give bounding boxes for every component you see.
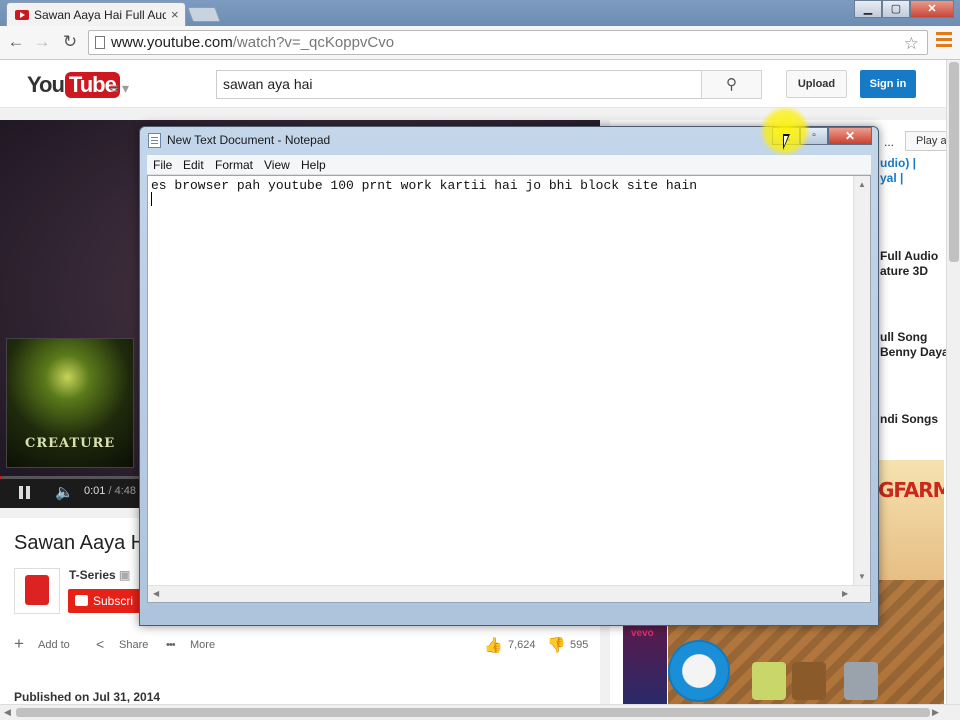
browser-minimize-button[interactable]: ▁ <box>854 0 882 18</box>
sidebar-item[interactable]: udio) | <box>880 156 916 170</box>
sidebar-item[interactable]: yal | <box>880 171 903 185</box>
url-host: www.youtube.com <box>111 34 233 51</box>
more-icon[interactable]: ••• <box>166 639 176 651</box>
page-vertical-scrollbar[interactable] <box>946 60 960 704</box>
action-bar: + Add to < Share ••• More 👍 7,624 👎 595 <box>14 634 594 656</box>
address-bar[interactable]: www.youtube.com/watch?v=_qcKoppvCvo ☆ <box>88 30 928 55</box>
menu-view[interactable]: View <box>264 158 290 172</box>
time-current: 0:01 <box>84 485 106 497</box>
sidebar-ellipsis: ... <box>884 135 895 149</box>
back-arrow-icon[interactable]: ← <box>5 31 27 53</box>
notepad-menu-bar: File Edit Format View Help <box>147 155 871 175</box>
search-input[interactable]: sawan aya hai <box>216 70 702 99</box>
menu-help[interactable]: Help <box>301 158 326 172</box>
notepad-horizontal-scrollbar[interactable]: ◀ ▶ <box>148 585 870 602</box>
scroll-left-icon[interactable]: ◀ <box>153 589 159 598</box>
scroll-right-icon[interactable]: ▶ <box>842 589 848 598</box>
published-date: Published on Jul 31, 2014 <box>14 690 161 704</box>
subscribe-button[interactable]: Subscri <box>68 589 144 613</box>
browser-maximize-button[interactable]: ▢ <box>882 0 910 18</box>
sidebar-item[interactable]: ndi Songs <box>880 412 938 426</box>
sidebar-item[interactable]: ull Song <box>880 330 927 344</box>
add-to-icon[interactable]: + <box>14 634 24 654</box>
menu-format[interactable]: Format <box>215 158 253 172</box>
scroll-down-icon[interactable]: ▼ <box>858 572 866 581</box>
sidebar-item[interactable]: Full Audio <box>880 249 938 263</box>
page-icon <box>95 36 105 49</box>
dislike-count: 595 <box>570 639 589 651</box>
horizontal-scroll-thumb[interactable] <box>16 708 930 717</box>
forward-arrow-icon[interactable]: → <box>31 31 53 53</box>
scroll-up-icon[interactable]: ▲ <box>858 180 866 189</box>
menu-edit[interactable]: Edit <box>183 158 204 172</box>
tab-title: Sawan Aaya Hai Full Audio <box>34 7 166 22</box>
share-icon[interactable]: < <box>96 636 104 652</box>
sidebar-item[interactable]: ature 3D <box>880 264 928 278</box>
more-button[interactable]: More <box>190 639 215 651</box>
tab-close-icon[interactable]: × <box>171 7 179 22</box>
cow-icon <box>668 640 730 702</box>
upload-button[interactable]: Upload <box>786 70 847 98</box>
sign-in-button[interactable]: Sign in <box>860 70 916 98</box>
time-duration: 4:48 <box>114 485 137 497</box>
youtube-header: You Tube ≡ ▾ sawan aya hai ⚲ Upload Sign … <box>0 60 946 108</box>
pail-icon <box>844 662 878 700</box>
video-title: Sawan Aaya H <box>14 532 146 554</box>
notepad-vertical-scrollbar[interactable]: ▲ ▼ <box>853 176 870 586</box>
new-tab-button[interactable] <box>187 7 221 22</box>
sidebar-item[interactable]: Benny Daya <box>880 345 949 359</box>
url-path: /watch?v=_qcKoppvCvo <box>232 34 395 51</box>
menu-file[interactable]: File <box>153 158 172 172</box>
scroll-left-icon[interactable]: ◀ <box>4 707 11 718</box>
notepad-content: es browser pah youtube 100 prnt work kar… <box>151 178 698 193</box>
verified-icon: ▣ <box>119 568 131 582</box>
video-poster: CREATURE <box>6 338 134 468</box>
like-count: 7,624 <box>508 639 536 651</box>
add-to-button[interactable]: Add to <box>38 639 70 651</box>
ad-title: GFARM <box>878 478 944 502</box>
browser-toolbar: ← → ↻ www.youtube.com/watch?v=_qcKoppvCv… <box>0 26 960 60</box>
time-display: 0:01 / 4:48 <box>84 485 136 497</box>
time-separator: / <box>105 485 115 497</box>
share-button[interactable]: Share <box>119 639 148 651</box>
chrome-menu-icon[interactable] <box>936 32 952 50</box>
channel-name[interactable]: T-Series ▣ <box>69 568 130 582</box>
browser-close-button[interactable]: ✕ <box>910 0 954 18</box>
vertical-scroll-thumb[interactable] <box>949 62 959 262</box>
browser-tab-strip: Sawan Aaya Hai Full Audio × ▁ ▢ ✕ <box>0 0 960 26</box>
progress-fill <box>0 476 3 479</box>
like-icon[interactable]: 👍 <box>484 636 503 654</box>
page-horizontal-scrollbar[interactable]: ◀ ▶ <box>0 704 960 720</box>
youtube-logo[interactable]: You Tube <box>27 72 120 98</box>
youtube-favicon-icon <box>15 9 29 20</box>
notepad-text-area[interactable]: es browser pah youtube 100 prnt work kar… <box>147 175 871 603</box>
browser-window-controls: ▁ ▢ ✕ <box>854 0 954 18</box>
scroll-right-icon[interactable]: ▶ <box>932 707 939 718</box>
logo-you: You <box>27 72 65 97</box>
text-caret <box>151 192 152 206</box>
vevo-label: vevo <box>631 628 654 639</box>
search-button[interactable]: ⚲ <box>701 70 762 99</box>
poster-title: CREATURE <box>25 436 116 451</box>
channel-avatar[interactable] <box>14 568 60 614</box>
dislike-icon[interactable]: 👎 <box>547 636 566 654</box>
guide-menu-icon[interactable]: ≡ ▾ <box>110 80 129 97</box>
bookmark-star-icon[interactable]: ☆ <box>904 32 919 55</box>
notepad-bottom-frame <box>147 603 871 621</box>
barrel-icon <box>792 662 826 700</box>
pause-icon[interactable] <box>18 486 32 499</box>
notepad-window: New Text Document - Notepad ▁ ▫ ✕ File E… <box>139 126 879 626</box>
search-icon: ⚲ <box>726 76 737 93</box>
browser-tab-youtube[interactable]: Sawan Aaya Hai Full Audio × <box>6 2 186 26</box>
reload-icon[interactable]: ↻ <box>59 31 81 53</box>
notepad-icon <box>148 133 161 148</box>
notepad-close-button[interactable]: ✕ <box>828 127 872 145</box>
bucket-icon <box>752 662 786 700</box>
volume-icon[interactable]: 🔈 <box>55 483 74 501</box>
play-all-button[interactable]: Play a <box>905 131 950 151</box>
notepad-title: New Text Document - Notepad <box>167 133 331 147</box>
mouse-cursor-icon <box>783 134 790 150</box>
